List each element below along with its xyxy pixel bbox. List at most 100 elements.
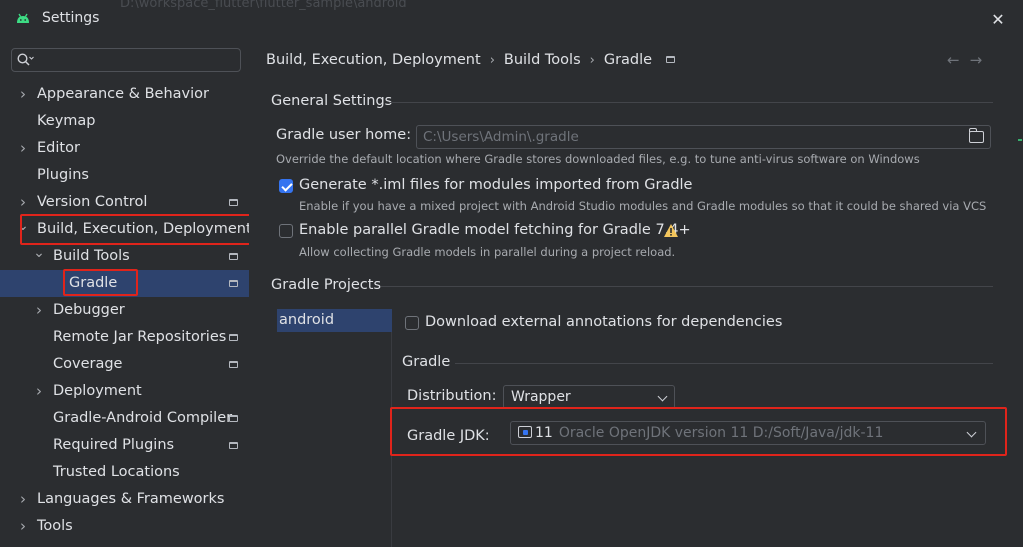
breadcrumb-item-gradle: Gradle — [603, 52, 653, 68]
distribution-select[interactable]: Wrapper — [503, 385, 675, 409]
breadcrumb-item-build-execution[interactable]: Build, Execution, Deployment — [266, 52, 481, 68]
sidebar-item-label: Editor — [37, 140, 80, 156]
chevron-down-icon[interactable]: ⌄ — [32, 243, 46, 270]
generate-iml-checkbox[interactable] — [279, 179, 293, 193]
chevron-right-icon[interactable]: › — [16, 486, 30, 513]
close-icon[interactable]: ✕ — [988, 10, 1008, 30]
breadcrumb-item-build-tools[interactable]: Build Tools — [504, 52, 581, 68]
jdk-description: Oracle OpenJDK version 11 D:/Soft/Java/j… — [558, 425, 884, 441]
sidebar-item-label: Languages & Frameworks — [37, 491, 225, 507]
sidebar-item-label: Coverage — [53, 356, 123, 372]
project-item-android[interactable]: android — [277, 309, 392, 332]
sidebar-item-version-control[interactable]: › Version Control — [0, 189, 249, 216]
section-divider — [381, 286, 993, 287]
pin-icon — [229, 361, 238, 368]
sidebar-item-label: Deployment — [53, 383, 142, 399]
chevron-right-icon[interactable]: › — [32, 297, 46, 324]
sidebar-item-keymap[interactable]: Keymap — [0, 108, 249, 135]
section-divider — [455, 363, 993, 364]
distribution-value: Wrapper — [511, 389, 571, 405]
pin-icon — [229, 415, 238, 422]
gradle-subsection-title: Gradle — [402, 354, 451, 370]
chevron-right-icon[interactable]: › — [16, 189, 30, 216]
chevron-right-icon[interactable]: › — [32, 378, 46, 405]
gradle-user-home-label: Gradle user home: — [276, 127, 412, 143]
sidebar-item-label: Gradle — [69, 275, 118, 291]
jdk-icon — [518, 426, 532, 438]
sidebar-item-gradle-android-compiler[interactable]: Gradle-Android Compiler — [0, 405, 249, 432]
android-icon — [17, 13, 29, 23]
sidebar-item-label: Tools — [37, 518, 73, 534]
download-annotations-label[interactable]: Download external annotations for depend… — [425, 314, 782, 330]
sidebar-item-coverage[interactable]: Coverage — [0, 351, 249, 378]
search-icon — [17, 53, 34, 66]
pin-icon — [229, 199, 238, 206]
warning-icon — [664, 224, 678, 237]
general-settings-title: General Settings — [271, 93, 393, 109]
breadcrumb: Build, Execution, Deployment › Build Tools… — [266, 52, 676, 68]
sidebar-item-label: Gradle-Android Compiler — [53, 410, 233, 426]
sidebar-item-editor[interactable]: › Editor — [0, 135, 249, 162]
gradle-user-home-hint: Override the default location where Grad… — [276, 152, 920, 166]
sidebar-item-label: Trusted Locations — [53, 464, 180, 480]
sidebar-item-required-plugins[interactable]: Required Plugins — [0, 432, 249, 459]
search-box[interactable] — [11, 48, 241, 72]
sidebar-item-deployment[interactable]: › Deployment — [0, 378, 249, 405]
chevron-right-icon[interactable]: › — [16, 81, 30, 108]
search-input[interactable] — [38, 51, 234, 69]
sidebar-item-label: Build Tools — [53, 248, 130, 264]
sidebar-item-label: Build, Execution, Deployment — [37, 221, 252, 237]
pin-icon — [229, 442, 238, 449]
pin-icon — [229, 253, 238, 260]
sidebar-item-gradle[interactable]: Gradle — [0, 270, 249, 297]
pin-icon — [666, 56, 676, 63]
chevron-right-icon[interactable]: › — [16, 513, 30, 540]
folder-icon[interactable] — [968, 128, 984, 143]
sidebar-item-debugger[interactable]: › Debugger — [0, 297, 249, 324]
sidebar-item-label: Remote Jar Repositories — [53, 329, 227, 345]
parallel-fetch-label[interactable]: Enable parallel Gradle model fetching fo… — [299, 222, 691, 238]
breadcrumb-separator: › — [589, 53, 595, 68]
back-arrow-icon[interactable]: ← — [947, 51, 970, 69]
title-bar: D:\workspace_flutter\flutter_sample\andr… — [0, 0, 1023, 38]
background-path: D:\workspace_flutter\flutter_sample\andr… — [120, 0, 407, 11]
sidebar-item-label: Required Plugins — [53, 437, 175, 453]
nav-arrows: ←→ — [947, 51, 992, 69]
sidebar-item-plugins[interactable]: Plugins — [0, 162, 249, 189]
forward-arrow-icon[interactable]: → — [970, 51, 993, 69]
breadcrumb-separator: › — [489, 53, 495, 68]
sidebar-item-label: Version Control — [37, 194, 148, 210]
gradle-user-home-input[interactable] — [423, 128, 963, 146]
pin-icon — [229, 334, 238, 341]
sidebar-item-label: Keymap — [37, 113, 96, 129]
sidebar-item-tools[interactable]: › Tools — [0, 513, 249, 540]
gradle-user-home-field[interactable] — [416, 125, 991, 149]
sidebar-item-build-tools[interactable]: ⌄ Build Tools — [0, 243, 249, 270]
gradle-jdk-select[interactable]: 11 Oracle OpenJDK version 11 D:/Soft/Java… — [510, 421, 986, 445]
settings-window: D:\workspace_flutter\flutter_sample\andr… — [0, 0, 1023, 547]
chevron-down-icon[interactable]: ⌄ — [16, 216, 30, 243]
sidebar-item-label: Appearance & Behavior — [37, 86, 209, 102]
window-title: Settings — [42, 10, 100, 26]
sidebar-item-remote-jar-repositories[interactable]: Remote Jar Repositories — [0, 324, 249, 351]
pin-icon — [229, 280, 238, 287]
generate-iml-hint: Enable if you have a mixed project with … — [299, 199, 987, 213]
generate-iml-label[interactable]: Generate *.iml files for modules importe… — [299, 177, 692, 193]
section-divider — [389, 102, 993, 103]
distribution-label: Distribution: — [407, 388, 497, 404]
parallel-fetch-checkbox[interactable] — [279, 224, 293, 238]
gradle-projects-title: Gradle Projects — [271, 277, 382, 293]
sidebar-item-build-execution-deployment[interactable]: ⌄ Build, Execution, Deployment — [0, 216, 252, 243]
sidebar-item-appearance-behavior[interactable]: › Appearance & Behavior — [0, 81, 249, 108]
settings-sidebar: › Appearance & Behavior Keymap › Editor Plugi… — [0, 38, 257, 547]
gradle-jdk-label: Gradle JDK: — [407, 428, 490, 444]
parallel-fetch-hint: Allow collecting Gradle models in parall… — [299, 245, 676, 259]
download-annotations-checkbox[interactable] — [405, 316, 419, 330]
sidebar-item-languages-frameworks[interactable]: › Languages & Frameworks — [0, 486, 249, 513]
sidebar-item-label: Debugger — [53, 302, 125, 318]
sidebar-item-trusted-locations[interactable]: Trusted Locations — [0, 459, 249, 486]
chevron-right-icon[interactable]: › — [16, 135, 30, 162]
gradle-project-list: android — [277, 309, 392, 547]
chevron-down-icon — [966, 427, 977, 438]
jdk-version: 11 — [535, 425, 553, 441]
